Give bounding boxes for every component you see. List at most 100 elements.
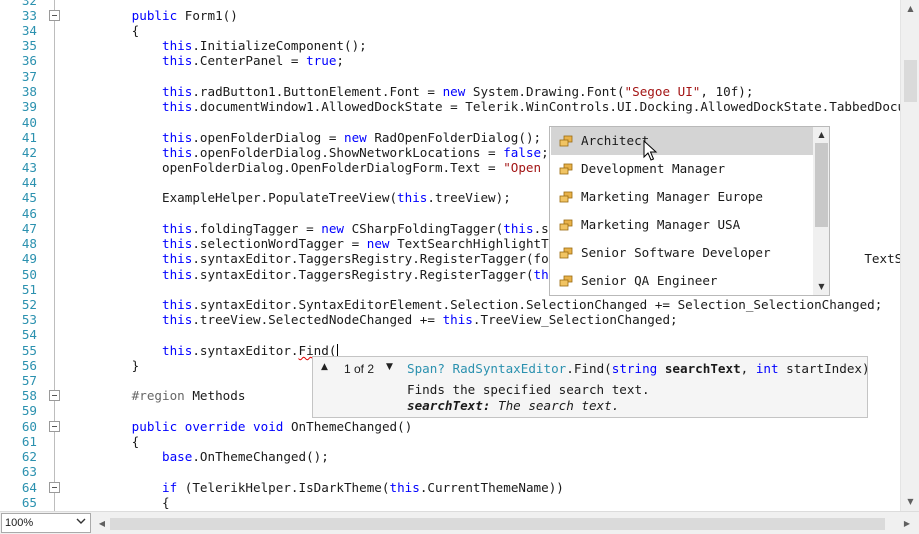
class-member-icon <box>559 247 573 259</box>
code-text: this.InitializeComponent(); <box>162 38 367 53</box>
line-number: 55 <box>21 343 37 358</box>
code-text: #region Methods <box>131 388 246 403</box>
line-number: 44 <box>21 175 37 190</box>
completion-scrollbar[interactable]: ▲ ▼ <box>813 127 829 295</box>
vertical-scroll-thumb[interactable] <box>904 60 917 102</box>
line-number: 46 <box>21 206 37 221</box>
line-number: 53 <box>21 312 37 327</box>
collapse-icon[interactable] <box>49 421 60 432</box>
completion-item[interactable]: Marketing Manager Europe <box>551 183 813 211</box>
line-number: 45 <box>21 190 37 205</box>
code-line[interactable]: 52 this.syntaxEditor.SyntaxEditorElement… <box>0 297 900 312</box>
overflow-code-fragment: TextSearc <box>864 251 900 267</box>
completion-item[interactable]: Marketing Manager USA <box>551 211 813 239</box>
class-member-icon <box>559 163 573 175</box>
line-number: 42 <box>21 145 37 160</box>
line-number: 58 <box>21 388 37 403</box>
completion-item[interactable]: Architect <box>551 127 813 155</box>
code-text: this.selectionWordTagger = new TextSearc… <box>162 236 587 251</box>
line-number: 64 <box>21 480 37 495</box>
code-text: this.documentWindow1.AllowedDockState = … <box>162 99 900 114</box>
code-line[interactable]: 38 this.radButton1.ButtonElement.Font = … <box>0 84 900 99</box>
completion-item[interactable]: Development Manager <box>551 155 813 183</box>
next-overload-icon[interactable]: ▼ <box>386 362 393 372</box>
code-text: base.OnThemeChanged(); <box>162 449 329 464</box>
line-number: 39 <box>21 99 37 114</box>
horizontal-scroll-thumb[interactable] <box>110 518 885 530</box>
code-text: public override void OnThemeChanged() <box>131 419 413 434</box>
line-number: 59 <box>21 403 37 418</box>
line-number: 54 <box>21 327 37 342</box>
code-text: this.foldingTagger = new CSharpFoldingTa… <box>162 221 587 236</box>
line-number: 56 <box>21 358 37 373</box>
class-member-icon <box>559 219 573 231</box>
code-line[interactable]: 36 this.CenterPanel = true; <box>0 53 900 68</box>
line-number: 49 <box>21 251 37 266</box>
code-line[interactable]: 64 if (TelerikHelper.IsDarkTheme(this.Cu… <box>0 480 900 495</box>
code-text: } <box>71 358 140 373</box>
method-signature: Span? RadSyntaxEditor.Find(string search… <box>407 361 870 376</box>
collapse-icon[interactable] <box>49 482 60 493</box>
completion-list-popup[interactable]: Architect Development Manager Marketing Ma… <box>549 126 830 296</box>
line-number: 65 <box>21 495 37 510</box>
class-member-icon <box>559 275 573 287</box>
previous-overload-icon[interactable]: ▲ <box>321 362 328 372</box>
code-text: this.radButton1.ButtonElement.Font = new… <box>162 84 754 99</box>
parameter-info-tooltip: ▲ 1 of 2 ▼ Span? RadSyntaxEditor.Find(st… <box>312 356 870 418</box>
line-number: 33 <box>21 8 37 23</box>
code-text: if (TelerikHelper.IsDarkTheme(this.Curre… <box>162 480 564 495</box>
status-bar: 100% ◀ ▶ <box>0 511 919 534</box>
class-member-icon <box>559 135 573 147</box>
line-number: 60 <box>21 419 37 434</box>
class-member-icon <box>559 191 573 203</box>
zoom-dropdown[interactable]: 100% <box>1 513 91 533</box>
chevron-down-icon[interactable] <box>72 514 90 532</box>
completion-item-label: Senior Software Developer <box>581 245 771 260</box>
vertical-scrollbar[interactable]: ▲ ▼ <box>900 0 919 511</box>
code-text: { <box>71 434 140 449</box>
code-line[interactable]: 39 this.documentWindow1.AllowedDockState… <box>0 99 900 114</box>
line-number: 43 <box>21 160 37 175</box>
line-number: 36 <box>21 53 37 68</box>
zoom-value: 100% <box>5 517 34 529</box>
code-line[interactable]: 33 public Form1() <box>0 8 900 23</box>
collapse-icon[interactable] <box>49 10 60 21</box>
code-line[interactable]: 54 <box>0 327 900 342</box>
completion-item-label: Architect <box>581 133 650 148</box>
completion-item-label: Marketing Manager Europe <box>581 189 763 204</box>
scroll-up-icon[interactable]: ▲ <box>813 127 829 143</box>
collapse-icon[interactable] <box>49 390 60 401</box>
scroll-right-icon[interactable]: ▶ <box>899 514 915 533</box>
scroll-left-icon[interactable]: ◀ <box>94 514 110 533</box>
code-line[interactable]: 34 { <box>0 23 900 38</box>
code-text: this.syntaxEditor.TaggersRegistry.Regist… <box>162 251 587 266</box>
code-text: this.CenterPanel = true; <box>162 53 345 68</box>
code-line[interactable]: 63 <box>0 464 900 479</box>
code-line[interactable]: 62 base.OnThemeChanged(); <box>0 449 900 464</box>
code-text: this.openFolderDialog.ShowNetworkLocatio… <box>162 145 549 160</box>
line-number: 40 <box>21 115 37 130</box>
mouse-pointer-icon <box>643 140 658 161</box>
code-line[interactable]: 53 this.treeView.SelectedNodeChanged += … <box>0 312 900 327</box>
completion-item[interactable]: Senior QA Engineer <box>551 267 813 295</box>
code-text: this.openFolderDialog = new RadOpenFolde… <box>162 130 542 145</box>
code-line[interactable]: 37 <box>0 69 900 84</box>
line-number: 63 <box>21 464 37 479</box>
completion-scroll-thumb[interactable] <box>815 143 828 227</box>
code-line[interactable]: 35 this.InitializeComponent(); <box>0 38 900 53</box>
code-line[interactable]: 60 public override void OnThemeChanged() <box>0 419 900 434</box>
scroll-down-icon[interactable]: ▼ <box>813 279 829 295</box>
code-line[interactable]: 65 { <box>0 495 900 510</box>
code-text: { <box>71 495 170 510</box>
horizontal-scrollbar[interactable]: ◀ ▶ <box>94 514 919 533</box>
code-text: this.syntaxEditor.TaggersRegistry.Regist… <box>162 267 587 282</box>
code-text: this.treeView.SelectedNodeChanged += thi… <box>162 312 678 327</box>
code-line[interactable]: 61 { <box>0 434 900 449</box>
line-number: 57 <box>21 373 37 388</box>
scroll-down-icon[interactable]: ▼ <box>901 493 919 511</box>
scroll-up-icon[interactable]: ▲ <box>901 0 919 18</box>
line-number: 62 <box>21 449 37 464</box>
code-text: openFolderDialog.OpenFolderDialogForm.Te… <box>71 160 587 175</box>
completion-item[interactable]: Senior Software Developer <box>551 239 813 267</box>
line-number: 34 <box>21 23 37 38</box>
